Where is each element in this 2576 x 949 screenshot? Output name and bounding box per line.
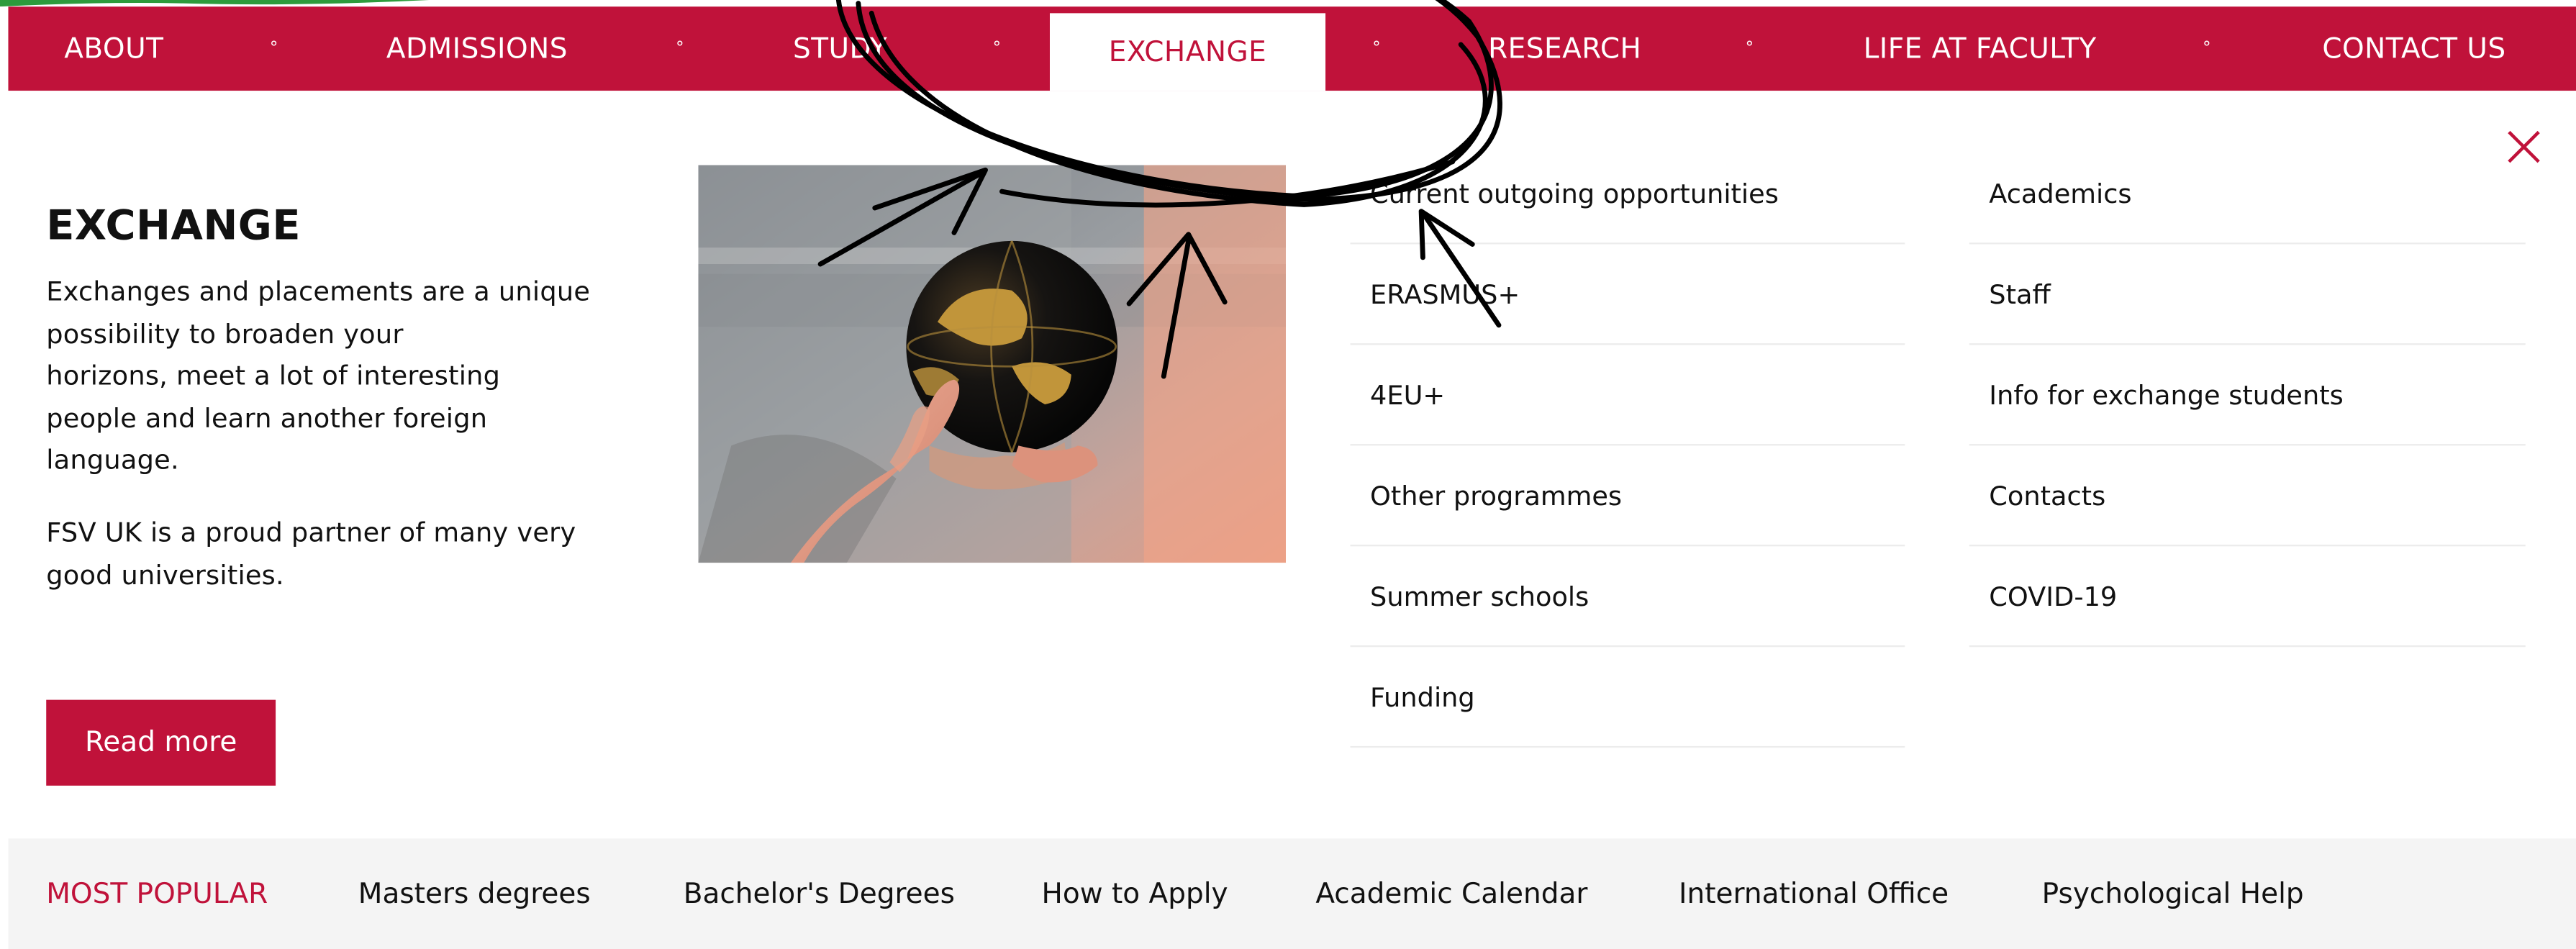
exchange-dropdown-panel: EXCHANGE Exchanges and placements are a … (8, 91, 2576, 839)
link-info-for-exchange-students[interactable]: Info for exchange students (1969, 345, 2526, 446)
panel-partner-text: FSV UK is a proud partner of many very g… (46, 517, 576, 591)
most-popular-label: MOST POPULAR (46, 877, 268, 911)
link-erasmus-plus[interactable]: ERASMUS+ (1350, 245, 1905, 345)
nav-separator: ° (1372, 38, 1382, 58)
popular-link-bachelors-degrees[interactable]: Bachelor's Degrees (684, 838, 955, 949)
popular-link-academic-calendar[interactable]: Academic Calendar (1315, 838, 1587, 949)
popular-link-masters-degrees[interactable]: Masters degrees (358, 838, 591, 949)
link-covid-19[interactable]: COVID-19 (1969, 546, 2526, 648)
exchange-links-column-2: Academics Staff Info for exchange studen… (1969, 144, 2526, 648)
globe-photo (698, 165, 1287, 563)
popular-link-how-to-apply[interactable]: How to Apply (1042, 838, 1228, 949)
most-popular-bar: MOST POPULAR Masters degrees Bachelor's … (8, 838, 2576, 949)
page: ABOUT ° ADMISSIONS ° STUDY ° EXCHANGE ° … (0, 0, 2576, 949)
read-more-button[interactable]: Read more (46, 699, 276, 786)
popular-link-international-office[interactable]: International Office (1679, 838, 1949, 949)
nav-item-exchange-active[interactable]: EXCHANGE (1049, 13, 1326, 91)
globe-image (698, 165, 1287, 563)
main-navigation: ABOUT ° ADMISSIONS ° STUDY ° EXCHANGE ° … (8, 6, 2576, 91)
link-current-outgoing-opportunities[interactable]: Current outgoing opportunities (1350, 144, 1905, 245)
panel-title: EXCHANGE (46, 201, 301, 249)
nav-separator: ° (269, 38, 278, 58)
panel-description: Exchanges and placements are a unique po… (46, 276, 591, 476)
nav-separator: ° (992, 38, 1002, 58)
link-staff[interactable]: Staff (1969, 245, 2526, 345)
popular-link-psychological-help[interactable]: Psychological Help (2042, 838, 2304, 949)
link-other-programmes[interactable]: Other programmes (1350, 445, 1905, 547)
nav-item-admissions[interactable]: ADMISSIONS (385, 6, 570, 91)
nav-separator: ° (2203, 38, 2212, 58)
nav-item-contact-us[interactable]: CONTACT US (2316, 6, 2512, 91)
link-contacts[interactable]: Contacts (1969, 445, 2526, 547)
exchange-links-column-1: Current outgoing opportunities ERASMUS+ … (1350, 144, 1905, 748)
nav-item-study[interactable]: STUDY (791, 6, 890, 91)
link-academics[interactable]: Academics (1969, 144, 2526, 245)
link-summer-schools[interactable]: Summer schools (1350, 546, 1905, 648)
nav-item-research[interactable]: RESEARCH (1487, 6, 1643, 91)
nav-separator: ° (676, 38, 685, 58)
nav-separator: ° (1745, 38, 1754, 58)
nav-item-life-at-faculty[interactable]: LIFE AT FACULTY (1859, 6, 2101, 91)
nav-item-about[interactable]: ABOUT (64, 6, 163, 91)
green-corner-strip (0, 0, 430, 7)
link-funding[interactable]: Funding (1350, 647, 1905, 748)
link-4eu-plus[interactable]: 4EU+ (1350, 345, 1905, 446)
close-icon[interactable] (2504, 127, 2544, 167)
